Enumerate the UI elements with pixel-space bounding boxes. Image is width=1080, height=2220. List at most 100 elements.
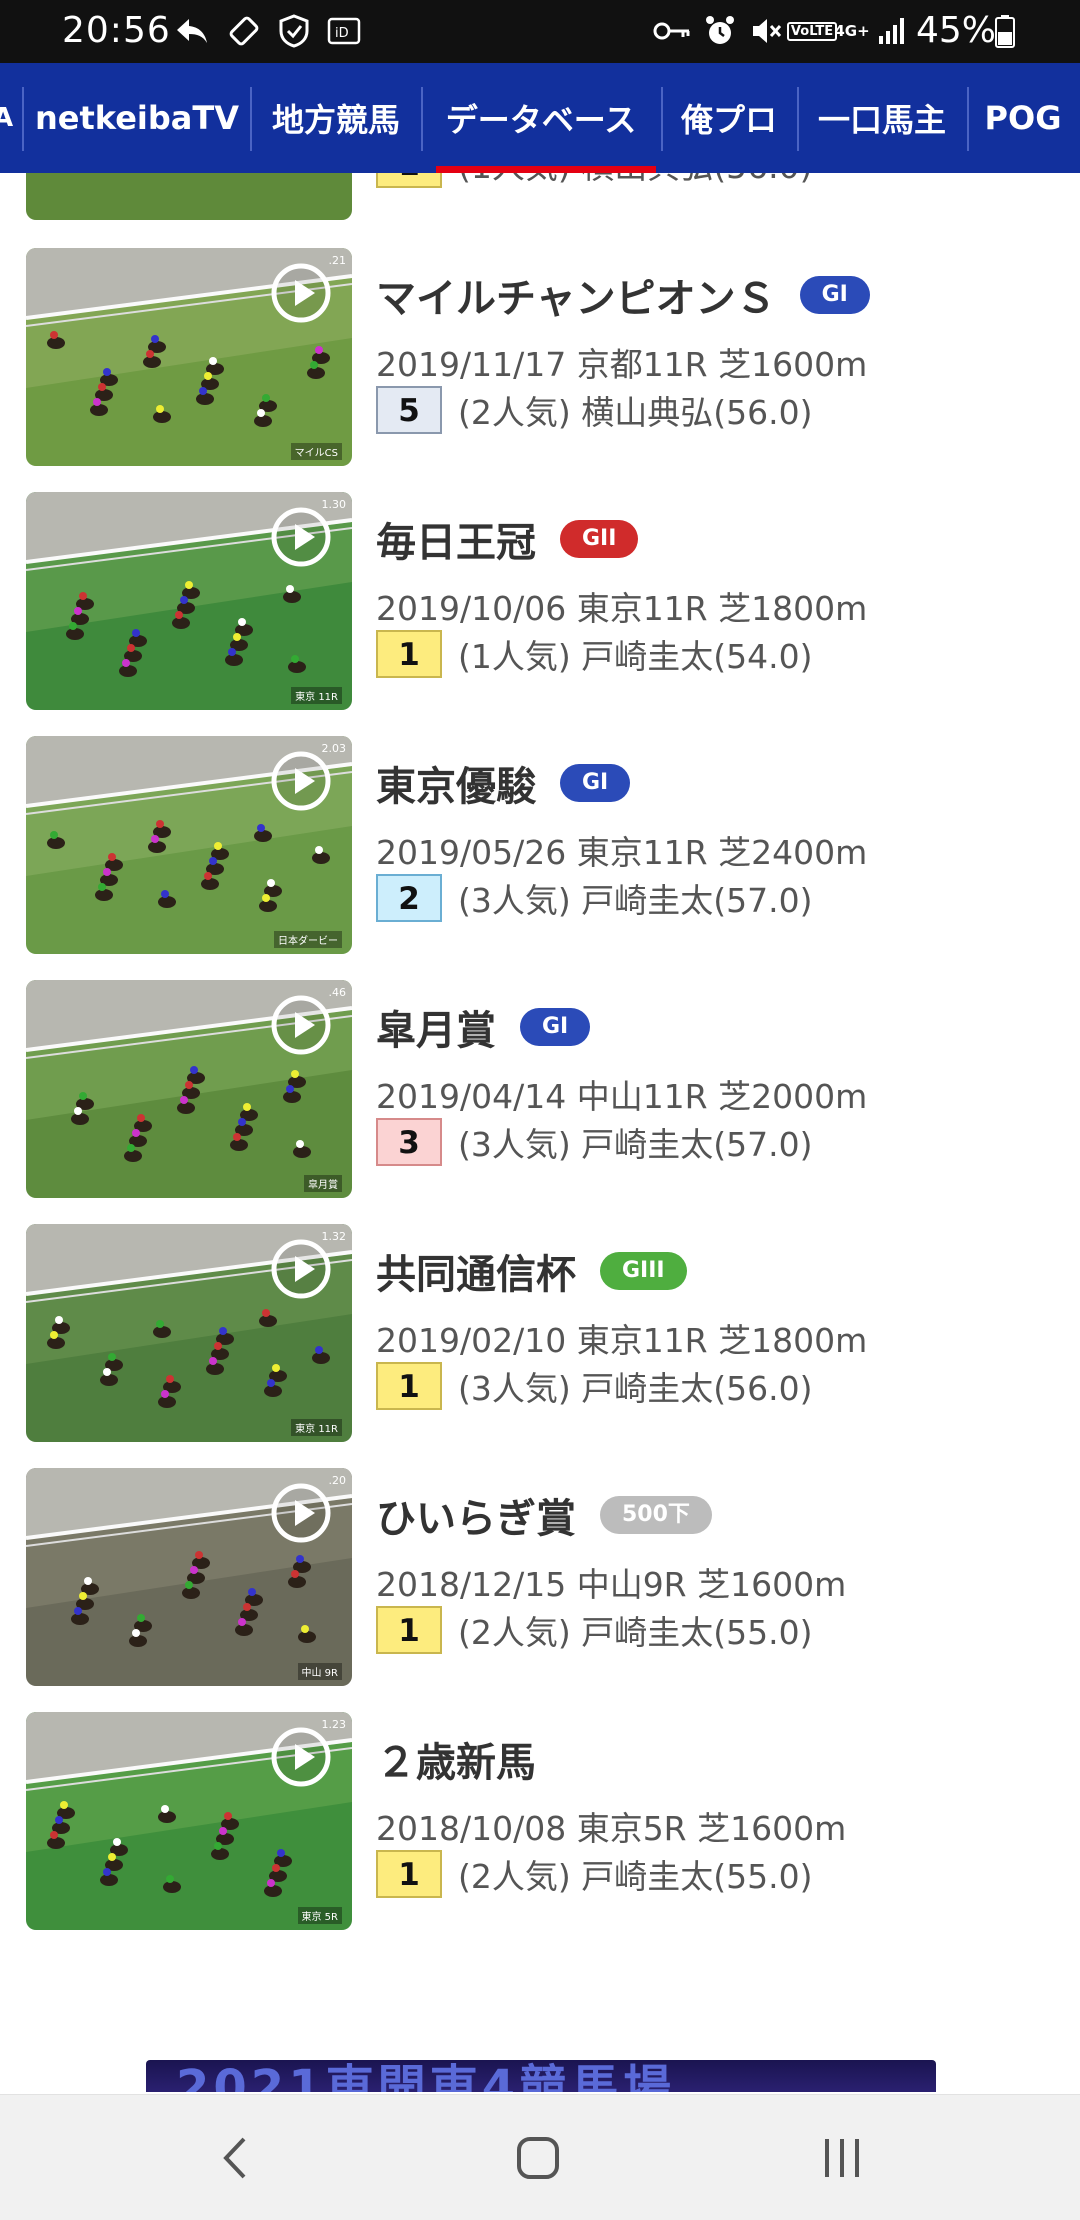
result-detail: (2人気) 戸崎圭太(55.0): [458, 1857, 813, 1896]
result-detail: (3人気) 戸崎圭太(57.0): [458, 1125, 813, 1164]
race-result: 2 (3人気) 戸崎圭太(57.0): [376, 874, 812, 922]
race-info: 2019/05/26 東京11R 芝2400m: [376, 833, 868, 872]
nav-item-a[interactable]: A: [0, 63, 14, 173]
race-row[interactable]: 2.03 日本ダービー 東京優駿 GI 2019/05/26 東京11R 芝24…: [0, 736, 1080, 980]
race-info: 2018/10/08 東京5R 芝1600m: [376, 1809, 847, 1848]
play-icon[interactable]: [270, 262, 332, 324]
video-thumbnail[interactable]: 1.23 東京 5R: [26, 1712, 352, 1930]
result-detail: (1人気) 横山典弘(56.0): [458, 173, 812, 188]
race-row[interactable]: .20 中山 9R ひいらぎ賞 500下 2018/12/15 中山9R 芝16…: [0, 1468, 1080, 1712]
finish-position: 1: [376, 1850, 442, 1898]
thumb-caption: マイルCS: [290, 443, 342, 460]
video-thumbnail[interactable]: 1.30 東京 11R: [26, 492, 352, 710]
status-time: 20:56: [62, 10, 171, 51]
system-nav-bar: [0, 2094, 1080, 2220]
thumb-caption: 東京 11R: [291, 1419, 342, 1436]
promo-banner[interactable]: 2021東開東4競馬場: [146, 2060, 936, 2092]
race-row[interactable]: .46 皐月賞 皐月賞 GI 2019/04/14 中山11R 芝2000m 3…: [0, 980, 1080, 1224]
nav-item-hitokuchi-banushi[interactable]: 一口馬主: [799, 63, 965, 173]
video-thumbnail[interactable]: .46 皐月賞: [26, 980, 352, 1198]
nav-active-indicator: [436, 166, 656, 173]
result-detail: (2人気) 戸崎圭太(55.0): [458, 1613, 813, 1652]
mute-icon: [746, 14, 786, 48]
finish-position: 1: [376, 1606, 442, 1654]
race-name[interactable]: ひいらぎ賞: [376, 1486, 576, 1544]
race-title[interactable]: 皐月賞 GI: [376, 998, 591, 1056]
play-icon[interactable]: [270, 1726, 332, 1788]
volte-label: VoLTE: [786, 21, 838, 41]
race-result: 1 (1人気) 横山典弘(56.0): [376, 173, 812, 188]
race-result: 1 (1人気) 戸崎圭太(54.0): [376, 630, 812, 678]
finish-position: 1: [376, 173, 442, 188]
finish-position: 3: [376, 1118, 442, 1166]
race-row[interactable]: 1.32 東京 11R 共同通信杯 GIII 2019/02/10 東京11R …: [0, 1224, 1080, 1468]
thumb-caption: 中山 9R: [297, 1663, 342, 1680]
back-icon: [223, 2137, 246, 2179]
video-thumbnail[interactable]: 1.32 東京 11R: [26, 1224, 352, 1442]
race-title[interactable]: ひいらぎ賞 500下: [376, 1486, 712, 1544]
network-type: 4G+: [834, 22, 870, 40]
volte-icon: VoLTE: [786, 14, 838, 48]
race-row-partial[interactable]: 1 (1人気) 横山典弘(56.0): [0, 173, 1080, 244]
race-result: 3 (3人気) 戸崎圭太(57.0): [376, 1118, 812, 1166]
race-list: 1 (1人気) 横山典弘(56.0) .21 マイルCS: [0, 173, 1080, 2093]
home-icon: [517, 2137, 559, 2179]
race-name[interactable]: 毎日王冠: [376, 510, 536, 568]
race-title[interactable]: 東京優駿 GI: [376, 754, 631, 812]
race-row[interactable]: 1.30 東京 11R 毎日王冠 GII 2019/10/06 東京11R 芝1…: [0, 492, 1080, 736]
race-name[interactable]: 東京優駿: [376, 754, 536, 812]
race-name[interactable]: 皐月賞: [376, 998, 496, 1056]
grade-badge: GII: [560, 520, 639, 558]
nav-item-netkeibatv[interactable]: netkeibaTV: [24, 63, 250, 173]
race-name[interactable]: 共同通信杯: [376, 1242, 576, 1300]
race-name[interactable]: ２歳新馬: [376, 1730, 536, 1788]
race-title[interactable]: マイルチャンピオンＳ GI: [376, 266, 870, 324]
nav-item-database[interactable]: データベース: [423, 63, 659, 173]
race-result: 1 (3人気) 戸崎圭太(56.0): [376, 1362, 812, 1410]
video-thumbnail[interactable]: .20 中山 9R: [26, 1468, 352, 1686]
nav-item-pog[interactable]: POG: [969, 63, 1077, 173]
video-thumbnail[interactable]: 2.03 日本ダービー: [26, 736, 352, 954]
grade-badge: GI: [560, 764, 631, 802]
nav-item-orepro[interactable]: 俺プロ: [663, 63, 795, 173]
video-thumbnail[interactable]: [26, 173, 352, 220]
grade-badge: 500下: [600, 1496, 712, 1534]
play-icon[interactable]: [270, 1238, 332, 1300]
play-icon[interactable]: [270, 750, 332, 812]
signal-icon: [874, 14, 910, 48]
race-info: 2019/10/06 東京11R 芝1800m: [376, 589, 868, 628]
home-button[interactable]: [498, 2123, 578, 2193]
play-icon[interactable]: [270, 506, 332, 568]
race-info: 2019/02/10 東京11R 芝1800m: [376, 1321, 868, 1360]
finish-position: 1: [376, 630, 442, 678]
thumb-caption: 東京 11R: [291, 687, 342, 704]
finish-position: 1: [376, 1362, 442, 1410]
shield-icon: [274, 14, 314, 48]
thumb-caption: 東京 5R: [297, 1907, 342, 1924]
grade-badge: GIII: [600, 1252, 687, 1290]
nav-bar: A netkeibaTV 地方競馬 データベース 俺プロ 一口馬主 POG: [0, 63, 1080, 173]
race-row[interactable]: 1.23 東京 5R ２歳新馬 2018/10/08 東京5R 芝1600m 1…: [0, 1712, 1080, 1956]
status-bar: 20:56 iD VoLTE 4G+ 45%: [0, 0, 1080, 63]
race-title[interactable]: ２歳新馬: [376, 1730, 536, 1788]
banner-text: 2021東開東4競馬場: [176, 2060, 675, 2092]
video-thumbnail[interactable]: .21 マイルCS: [26, 248, 352, 466]
battery-icon: [992, 14, 1018, 48]
race-title[interactable]: 共同通信杯 GIII: [376, 1242, 687, 1300]
finish-position: 2: [376, 874, 442, 922]
nav-item-chiho-keiba[interactable]: 地方競馬: [252, 63, 420, 173]
play-icon[interactable]: [270, 1482, 332, 1544]
back-button[interactable]: [196, 2123, 276, 2193]
result-detail: (2人気) 横山典弘(56.0): [458, 393, 813, 432]
recents-button[interactable]: [802, 2123, 882, 2193]
play-icon[interactable]: [270, 994, 332, 1056]
race-title[interactable]: 毎日王冠 GII: [376, 510, 639, 568]
grade-badge: GI: [520, 1008, 591, 1046]
thumb-caption: 皐月賞: [304, 1175, 342, 1192]
race-result: 1 (2人気) 戸崎圭太(55.0): [376, 1850, 812, 1898]
thumb-caption: 日本ダービー: [274, 931, 342, 948]
race-name[interactable]: マイルチャンピオンＳ: [376, 266, 776, 324]
race-row[interactable]: .21 マイルCS マイルチャンピオンＳ GI 2019/11/17 京都11R…: [0, 248, 1080, 492]
result-detail: (3人気) 戸崎圭太(57.0): [458, 881, 813, 920]
rotate-icon: [224, 14, 264, 48]
